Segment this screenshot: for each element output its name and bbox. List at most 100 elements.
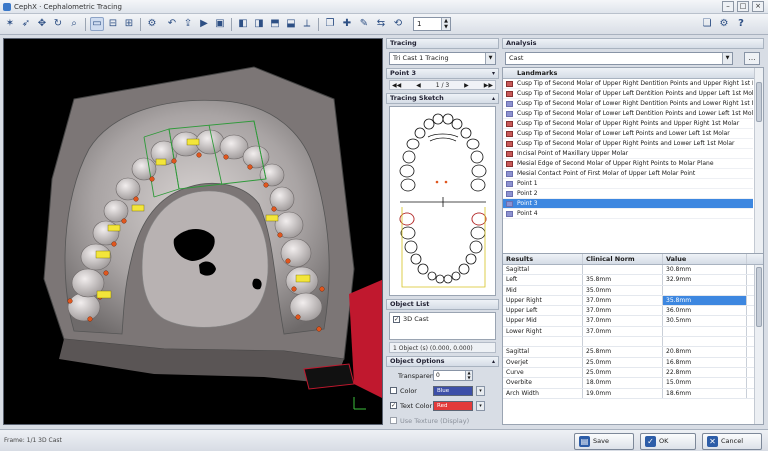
table-row[interactable]: Lower Right 37.0mm: [503, 326, 763, 338]
results-col-header[interactable]: Results: [503, 254, 583, 264]
settings-icon[interactable]: ⚙: [145, 17, 159, 31]
close-button[interactable]: ×: [752, 1, 764, 12]
table-cell[interactable]: [663, 285, 747, 295]
table-cell[interactable]: 20.8mm: [663, 347, 747, 357]
analysis-browse-button[interactable]: …: [744, 52, 760, 65]
checkbox-checked-icon[interactable]: ✓: [393, 315, 400, 323]
table-cell[interactable]: [663, 337, 747, 347]
top-view-icon[interactable]: ⬒: [268, 17, 282, 31]
collapse-icon[interactable]: ▴: [492, 94, 495, 103]
landmark-item[interactable]: Incisal Point of Maxillary Upper Molar: [503, 149, 753, 159]
landmark-item[interactable]: Mesial Edge of Second Molar of Upper Rig…: [503, 159, 753, 169]
value-col-header[interactable]: Value: [663, 254, 747, 264]
landmark-icon[interactable]: ✚: [340, 17, 354, 31]
scrollbar-thumb[interactable]: [756, 267, 762, 327]
table-cell[interactable]: Arch Width: [503, 388, 583, 398]
next-point-icon[interactable]: ▶: [464, 81, 469, 89]
grid-view-icon[interactable]: ⊞: [122, 17, 136, 31]
table-cell[interactable]: Upper Right: [503, 295, 583, 306]
dental-cast-render[interactable]: [4, 39, 383, 425]
table-cell[interactable]: [503, 337, 583, 347]
table-row[interactable]: Sagittal 25.8mm 20.8mm: [503, 347, 763, 358]
table-row[interactable]: Left 35.8mm 32.9mm: [503, 275, 763, 286]
results-scrollbar[interactable]: [754, 265, 763, 424]
table-cell[interactable]: 37.0mm: [583, 306, 663, 316]
zoom-icon[interactable]: ⌕: [67, 17, 81, 31]
table-cell[interactable]: Upper Mid: [503, 316, 583, 326]
table-cell[interactable]: 37.0mm: [583, 316, 663, 326]
chevron-down-icon[interactable]: ▼: [485, 53, 495, 64]
last-point-icon[interactable]: ▶▶: [484, 81, 493, 89]
table-cell[interactable]: Upper Left: [503, 306, 583, 316]
front-view-icon[interactable]: ◧: [236, 17, 250, 31]
table-cell[interactable]: [583, 265, 663, 275]
3d-viewport[interactable]: [3, 38, 383, 425]
landmark-item[interactable]: Mesial Contact Point of First Molar of U…: [503, 169, 753, 179]
table-cell[interactable]: Mid: [503, 285, 583, 295]
table-cell[interactable]: Overbite: [503, 378, 583, 388]
prev-point-icon[interactable]: ◀: [416, 81, 421, 89]
landmark-item[interactable]: Cusp Tip of Second Molar of Upper Right …: [503, 119, 753, 129]
table-row[interactable]: Mid 35.0mm: [503, 285, 763, 296]
chevron-down-icon[interactable]: ▼: [722, 53, 732, 64]
table-row[interactable]: [503, 337, 763, 348]
single-view-icon[interactable]: ▭: [90, 17, 104, 31]
star-icon[interactable]: ✶: [3, 17, 17, 31]
table-cell[interactable]: 32.9mm: [663, 275, 747, 285]
landmark-item[interactable]: Cusp Tip of Second Molar of Upper Right …: [503, 79, 753, 89]
table-cell[interactable]: 25.0mm: [583, 357, 663, 367]
table-row[interactable]: Overbite 18.0mm 15.0mm: [503, 378, 763, 389]
record-icon[interactable]: ▣: [213, 17, 227, 31]
measure-icon[interactable]: ⟂: [300, 17, 314, 31]
landmark-item[interactable]: Cusp Tip of Second Molar of Lower Right …: [503, 99, 753, 109]
window-icon[interactable]: ❏: [700, 17, 714, 31]
table-cell[interactable]: 18.0mm: [583, 378, 663, 388]
landmark-item[interactable]: Point 3: [503, 199, 753, 209]
collapse-icon[interactable]: ▴: [492, 357, 495, 366]
table-cell[interactable]: Curve: [503, 367, 583, 378]
table-cell[interactable]: 35.8mm: [663, 295, 747, 306]
landmark-item[interactable]: Cusp Tip of Second Molar of Lower Left D…: [503, 109, 753, 119]
spinner-arrows-icon[interactable]: ▲ ▼: [465, 370, 472, 380]
landmark-list[interactable]: Landmarks Cusp Tip of Second Molar of Up…: [502, 67, 764, 279]
rotate-icon[interactable]: ↻: [51, 17, 65, 31]
text-color-swatch[interactable]: Red: [433, 400, 473, 411]
sketch-icon[interactable]: ✎: [357, 17, 371, 31]
align-icon[interactable]: ⇆: [374, 17, 388, 31]
table-cell[interactable]: 22.8mm: [663, 367, 747, 378]
table-cell[interactable]: Sagittal: [503, 347, 583, 357]
cancel-button[interactable]: ✕ Cancel: [702, 433, 762, 450]
split-view-icon[interactable]: ⊟: [106, 17, 120, 31]
play-icon[interactable]: ▶: [197, 17, 211, 31]
table-cell[interactable]: 19.0mm: [583, 388, 663, 398]
scrollbar-thumb[interactable]: [756, 82, 762, 122]
text-color-checkbox[interactable]: ✓: [390, 402, 397, 409]
results-table[interactable]: Results Clinical Norm Value Sagittal 30.8…: [502, 253, 764, 425]
maximize-button[interactable]: □: [737, 1, 749, 12]
table-row[interactable]: Sagittal 30.8mm: [503, 265, 763, 276]
table-cell[interactable]: Overjet: [503, 357, 583, 367]
export-icon[interactable]: ⇪: [181, 17, 195, 31]
table-cell[interactable]: 25.8mm: [583, 347, 663, 357]
ok-button[interactable]: ✓ OK: [640, 433, 696, 450]
frame-spinner[interactable]: 1 ▲ ▼: [413, 17, 451, 31]
table-cell[interactable]: 35.0mm: [583, 285, 663, 295]
tracing-select[interactable]: Tri Cast 1 Tracing ▼: [389, 52, 496, 65]
landmark-item[interactable]: Point 4: [503, 209, 753, 219]
minimize-button[interactable]: –: [722, 1, 734, 12]
side-view-icon[interactable]: ◨: [252, 17, 266, 31]
collapse-icon[interactable]: ▾: [492, 69, 495, 78]
table-row[interactable]: Curve 25.0mm 22.8mm: [503, 367, 763, 379]
table-row[interactable]: Upper Left 37.0mm 36.0mm: [503, 306, 763, 317]
layers-icon[interactable]: ❐: [323, 17, 337, 31]
reset-icon[interactable]: ⟲: [391, 17, 405, 31]
landmark-item[interactable]: Cusp Tip of Second Molar of Lower Left P…: [503, 129, 753, 139]
texture-checkbox[interactable]: [390, 417, 397, 424]
table-cell[interactable]: 35.8mm: [583, 275, 663, 285]
first-point-icon[interactable]: ◀◀: [392, 81, 401, 89]
table-cell[interactable]: 16.8mm: [663, 357, 747, 367]
color-swatch[interactable]: Blue: [433, 385, 473, 396]
object-list-item[interactable]: ✓ 3D Cast: [390, 313, 495, 325]
undo-icon[interactable]: ↶: [165, 17, 179, 31]
spinner-arrows-icon[interactable]: ▲ ▼: [441, 18, 450, 30]
